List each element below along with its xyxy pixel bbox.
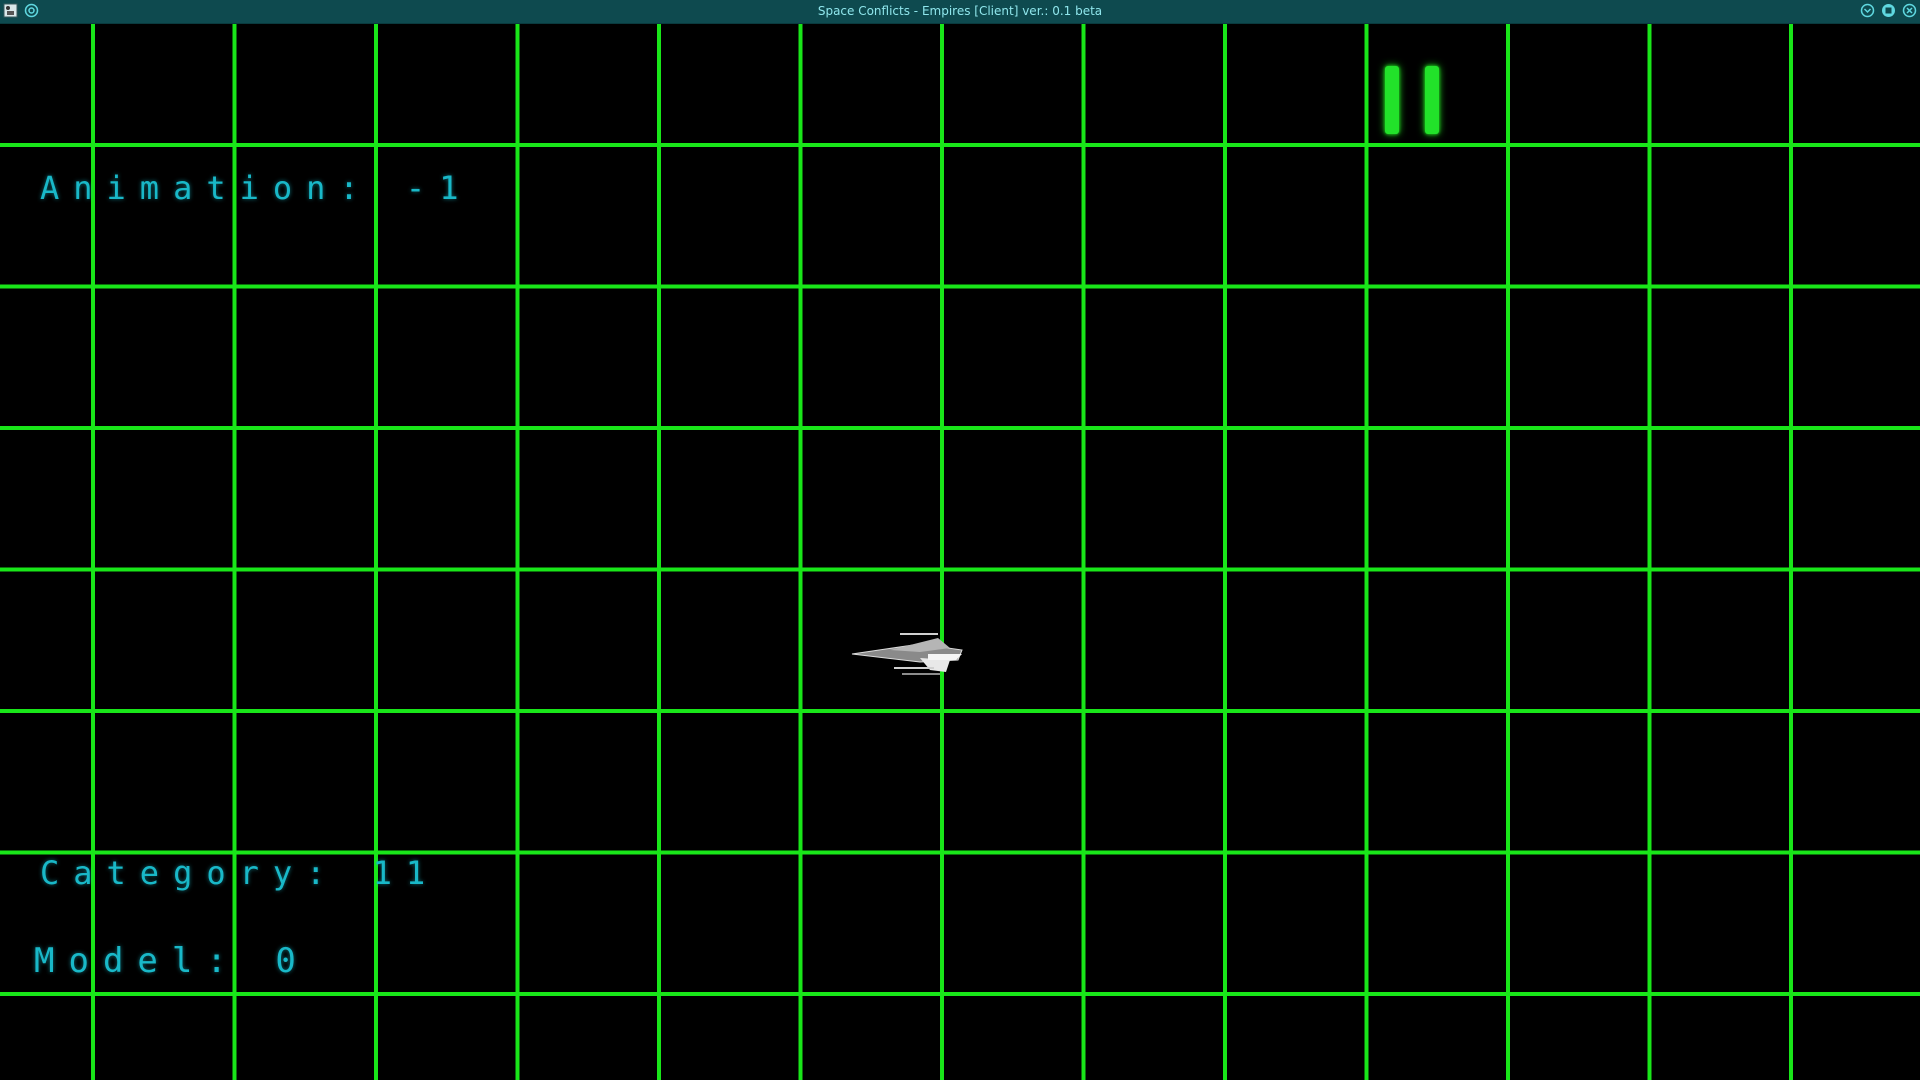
settings-icon[interactable] (24, 3, 39, 18)
model-label: Model: (34, 941, 241, 981)
titlebar-right-controls (1860, 3, 1917, 18)
minimize-icon[interactable] (1860, 3, 1875, 18)
hud-category: Category: 11 (40, 854, 439, 892)
model-value: 0 (275, 941, 310, 981)
category-label: Category: (40, 854, 340, 892)
app-icon[interactable] (3, 3, 18, 18)
hud-model: Model: 0 (34, 941, 310, 981)
pause-bar-right (1425, 66, 1439, 134)
pause-bar-left (1385, 66, 1399, 134)
window-title: Space Conflicts - Empires [Client] ver.:… (817, 4, 1103, 18)
game-viewport[interactable]: Animation: -1 Category: 11 Model: 0 (0, 24, 1920, 1080)
animation-label: Animation: (40, 169, 373, 207)
title-bar: Space Conflicts - Empires [Client] ver.:… (0, 0, 1920, 24)
animation-value: -1 (405, 169, 473, 207)
hud-animation: Animation: -1 (40, 169, 472, 207)
titlebar-left-controls (3, 3, 39, 18)
close-icon[interactable] (1902, 3, 1917, 18)
maximize-icon[interactable] (1881, 3, 1896, 18)
category-value: 11 (372, 854, 440, 892)
pause-icon[interactable] (1385, 66, 1445, 136)
spaceship-icon (850, 624, 966, 684)
